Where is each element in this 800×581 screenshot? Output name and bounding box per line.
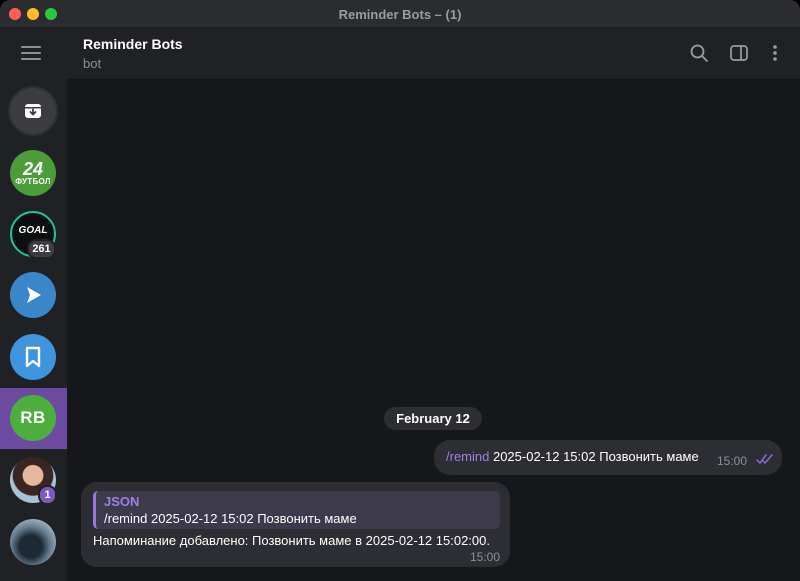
- chat-sidebar: 24 ФУТБОЛ GOAL 261 RB 1: [0, 28, 67, 581]
- date-separator: February 12: [384, 407, 482, 430]
- search-icon[interactable]: [689, 43, 709, 63]
- bot-command-link[interactable]: /remind: [446, 449, 489, 464]
- goal-logo-text: GOAL: [18, 224, 48, 236]
- outgoing-message-body: 2025-02-12 15:02 Позвонить маме: [489, 449, 699, 464]
- chat-item-24-futbol[interactable]: 24 ФУТБОЛ: [10, 150, 56, 196]
- chat-24-logo-word: ФУТБОЛ: [15, 176, 51, 186]
- sidebar-toggle-icon[interactable]: [729, 43, 749, 63]
- message-time: 15:00: [717, 454, 748, 468]
- message-time: 15:00: [470, 550, 501, 564]
- chat-header: Reminder Bots bot: [67, 28, 800, 80]
- bookmark-icon: [25, 346, 41, 368]
- outgoing-message-text: /remind 2025-02-12 15:02 Позвонить маме: [446, 449, 699, 464]
- chat-status: bot: [83, 56, 102, 71]
- chat-24-logo-number: 24: [22, 158, 44, 179]
- reply-quote[interactable]: JSON /remind 2025-02-12 15:02 Позвонить …: [93, 491, 500, 529]
- avatar-initials: RB: [20, 408, 46, 427]
- unread-count-badge: 1: [38, 485, 57, 505]
- chat-title[interactable]: Reminder Bots: [83, 36, 183, 52]
- chat-item-landscape-avatar[interactable]: [10, 519, 56, 565]
- message-list[interactable]: February 12 /remind 2025-02-12 15:02 Поз…: [67, 80, 800, 581]
- outgoing-message[interactable]: /remind 2025-02-12 15:02 Позвонить маме …: [434, 440, 782, 475]
- reply-text: /remind 2025-02-12 15:02 Позвонить маме: [104, 511, 357, 526]
- chat-item-arrow-channel[interactable]: [10, 272, 56, 318]
- window-title: Reminder Bots – (1): [338, 7, 462, 22]
- incoming-message-text: Напоминание добавлено: Позвонить маме в …: [93, 533, 490, 548]
- unread-count-badge: 261: [27, 239, 56, 259]
- title-bar: Reminder Bots – (1): [0, 0, 800, 28]
- play-arrow-icon: [27, 287, 41, 303]
- reply-author: JSON: [104, 494, 140, 509]
- incoming-message[interactable]: JSON /remind 2025-02-12 15:02 Позвонить …: [81, 482, 510, 567]
- chat-item-reminder-bots[interactable]: RB: [10, 395, 56, 441]
- app-window: Reminder Bots – (1) 24 ФУТБОЛ GOAL 261 R…: [0, 0, 800, 581]
- hamburger-menu-icon[interactable]: [21, 46, 43, 62]
- archive-chat-item[interactable]: [10, 88, 56, 134]
- more-options-icon[interactable]: [765, 43, 785, 63]
- double-check-icon: [756, 454, 773, 464]
- archive-icon: [25, 104, 41, 118]
- chat-item-saved-messages[interactable]: [10, 334, 56, 380]
